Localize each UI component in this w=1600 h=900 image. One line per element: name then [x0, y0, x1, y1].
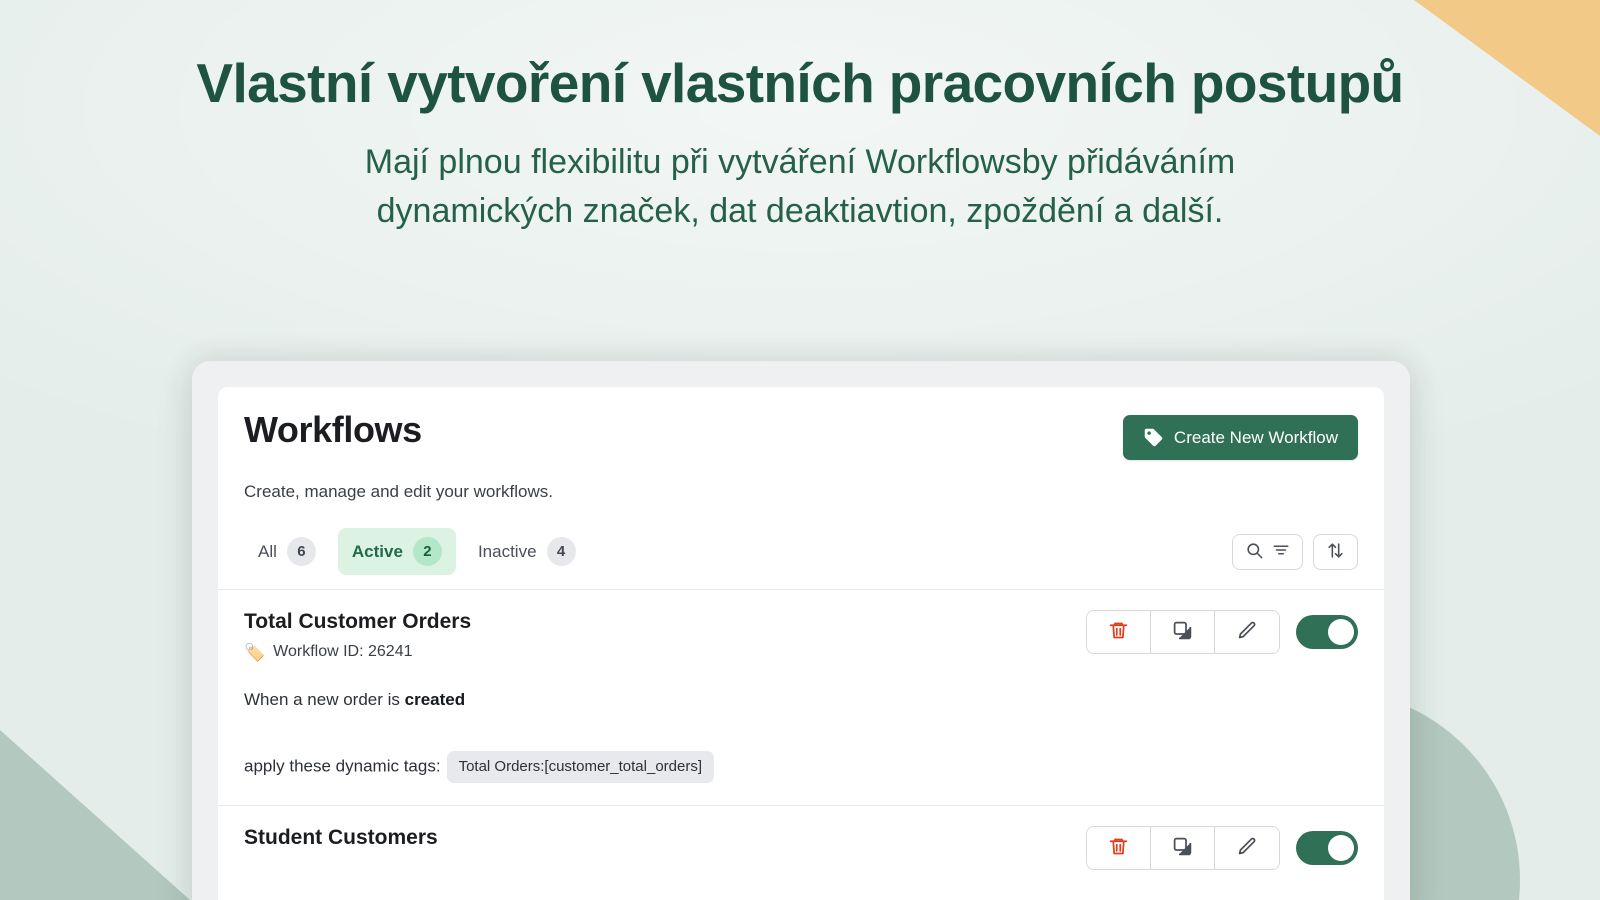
tab-inactive-label: Inactive	[478, 542, 537, 562]
filter-lines-icon	[1272, 541, 1290, 562]
copy-icon	[1172, 836, 1193, 860]
duplicate-workflow-button[interactable]	[1151, 827, 1215, 869]
page-subtitle: Create, manage and edit your workflows.	[218, 482, 1384, 502]
workflow-name: Student Customers	[244, 826, 438, 850]
bottom-left-triangle-decoration	[0, 730, 190, 900]
workflow-actions	[1086, 610, 1358, 654]
delete-workflow-button[interactable]	[1087, 611, 1151, 653]
trash-icon	[1108, 620, 1129, 644]
workflow-row-header: Total Customer Orders 🏷️ Workflow ID: 26…	[244, 610, 1358, 661]
tag-icon: 🏷️	[244, 644, 265, 661]
device-frame: Workflows Create New Workflow Create, ma…	[192, 361, 1410, 900]
workflow-row[interactable]: Total Customer Orders 🏷️ Workflow ID: 26…	[218, 590, 1384, 806]
tab-all[interactable]: All 6	[244, 528, 330, 575]
tab-all-label: All	[258, 542, 277, 562]
workflow-actions	[1086, 826, 1358, 870]
hero-section: Vlastní vytvoření vlastních pracovních p…	[0, 52, 1600, 236]
create-new-workflow-button[interactable]: Create New Workflow	[1123, 415, 1358, 460]
tab-active-count: 2	[413, 537, 442, 566]
workflow-id-line: 🏷️ Workflow ID: 26241	[244, 643, 471, 661]
workflow-tags-label: apply these dynamic tags:	[244, 756, 441, 775]
workflow-row[interactable]: Student Customers	[218, 806, 1384, 870]
tab-inactive[interactable]: Inactive 4	[464, 528, 590, 575]
workflow-identity: Student Customers	[244, 826, 438, 850]
workflow-identity: Total Customer Orders 🏷️ Workflow ID: 26…	[244, 610, 471, 661]
workflow-trigger-event: created	[405, 690, 465, 709]
search-icon	[1245, 541, 1264, 563]
filter-tabs: All 6 Active 2 Inactive 4	[244, 528, 590, 575]
delete-workflow-button[interactable]	[1087, 827, 1151, 869]
tag-icon	[1143, 427, 1164, 448]
workflow-row-header: Student Customers	[244, 826, 1358, 870]
page-title: Workflows	[244, 409, 422, 451]
sort-arrows-icon	[1326, 541, 1345, 563]
edit-workflow-button[interactable]	[1215, 611, 1279, 653]
workflow-enabled-toggle[interactable]	[1296, 615, 1358, 649]
toolbar-buttons	[1232, 534, 1358, 570]
workflow-details: When a new order is created apply these …	[244, 687, 1358, 783]
workflow-trigger-prefix: When a new order is	[244, 690, 405, 709]
hero-subtitle: Mají plnou flexibilitu při vytváření Wor…	[275, 138, 1325, 237]
edit-workflow-button[interactable]	[1215, 827, 1279, 869]
filter-tabs-row: All 6 Active 2 Inactive 4	[218, 528, 1384, 590]
toggle-knob	[1328, 619, 1354, 645]
workflow-tags-line: apply these dynamic tags: Total Orders:[c…	[244, 751, 1358, 784]
toggle-knob	[1328, 835, 1354, 861]
pencil-icon	[1237, 620, 1258, 644]
card-header: Workflows Create New Workflow	[218, 387, 1384, 460]
workflow-action-group	[1086, 826, 1280, 870]
workflow-name: Total Customer Orders	[244, 610, 471, 634]
tab-active[interactable]: Active 2	[338, 528, 456, 575]
search-filter-button[interactable]	[1232, 534, 1303, 570]
trash-icon	[1108, 836, 1129, 860]
tab-all-count: 6	[287, 537, 316, 566]
workflow-trigger-line: When a new order is created	[244, 687, 1358, 713]
copy-icon	[1172, 620, 1193, 644]
tab-inactive-count: 4	[547, 537, 576, 566]
workflow-id-label: Workflow ID: 26241	[273, 643, 412, 661]
dynamic-tag-chip[interactable]: Total Orders:[customer_total_orders]	[447, 751, 714, 784]
hero-title: Vlastní vytvoření vlastních pracovních p…	[0, 52, 1600, 116]
create-new-workflow-label: Create New Workflow	[1174, 428, 1338, 448]
workflow-action-group	[1086, 610, 1280, 654]
sort-button[interactable]	[1313, 534, 1358, 570]
duplicate-workflow-button[interactable]	[1151, 611, 1215, 653]
pencil-icon	[1237, 836, 1258, 860]
workflow-enabled-toggle[interactable]	[1296, 831, 1358, 865]
workflows-app-card: Workflows Create New Workflow Create, ma…	[218, 387, 1384, 900]
tab-active-label: Active	[352, 542, 403, 562]
